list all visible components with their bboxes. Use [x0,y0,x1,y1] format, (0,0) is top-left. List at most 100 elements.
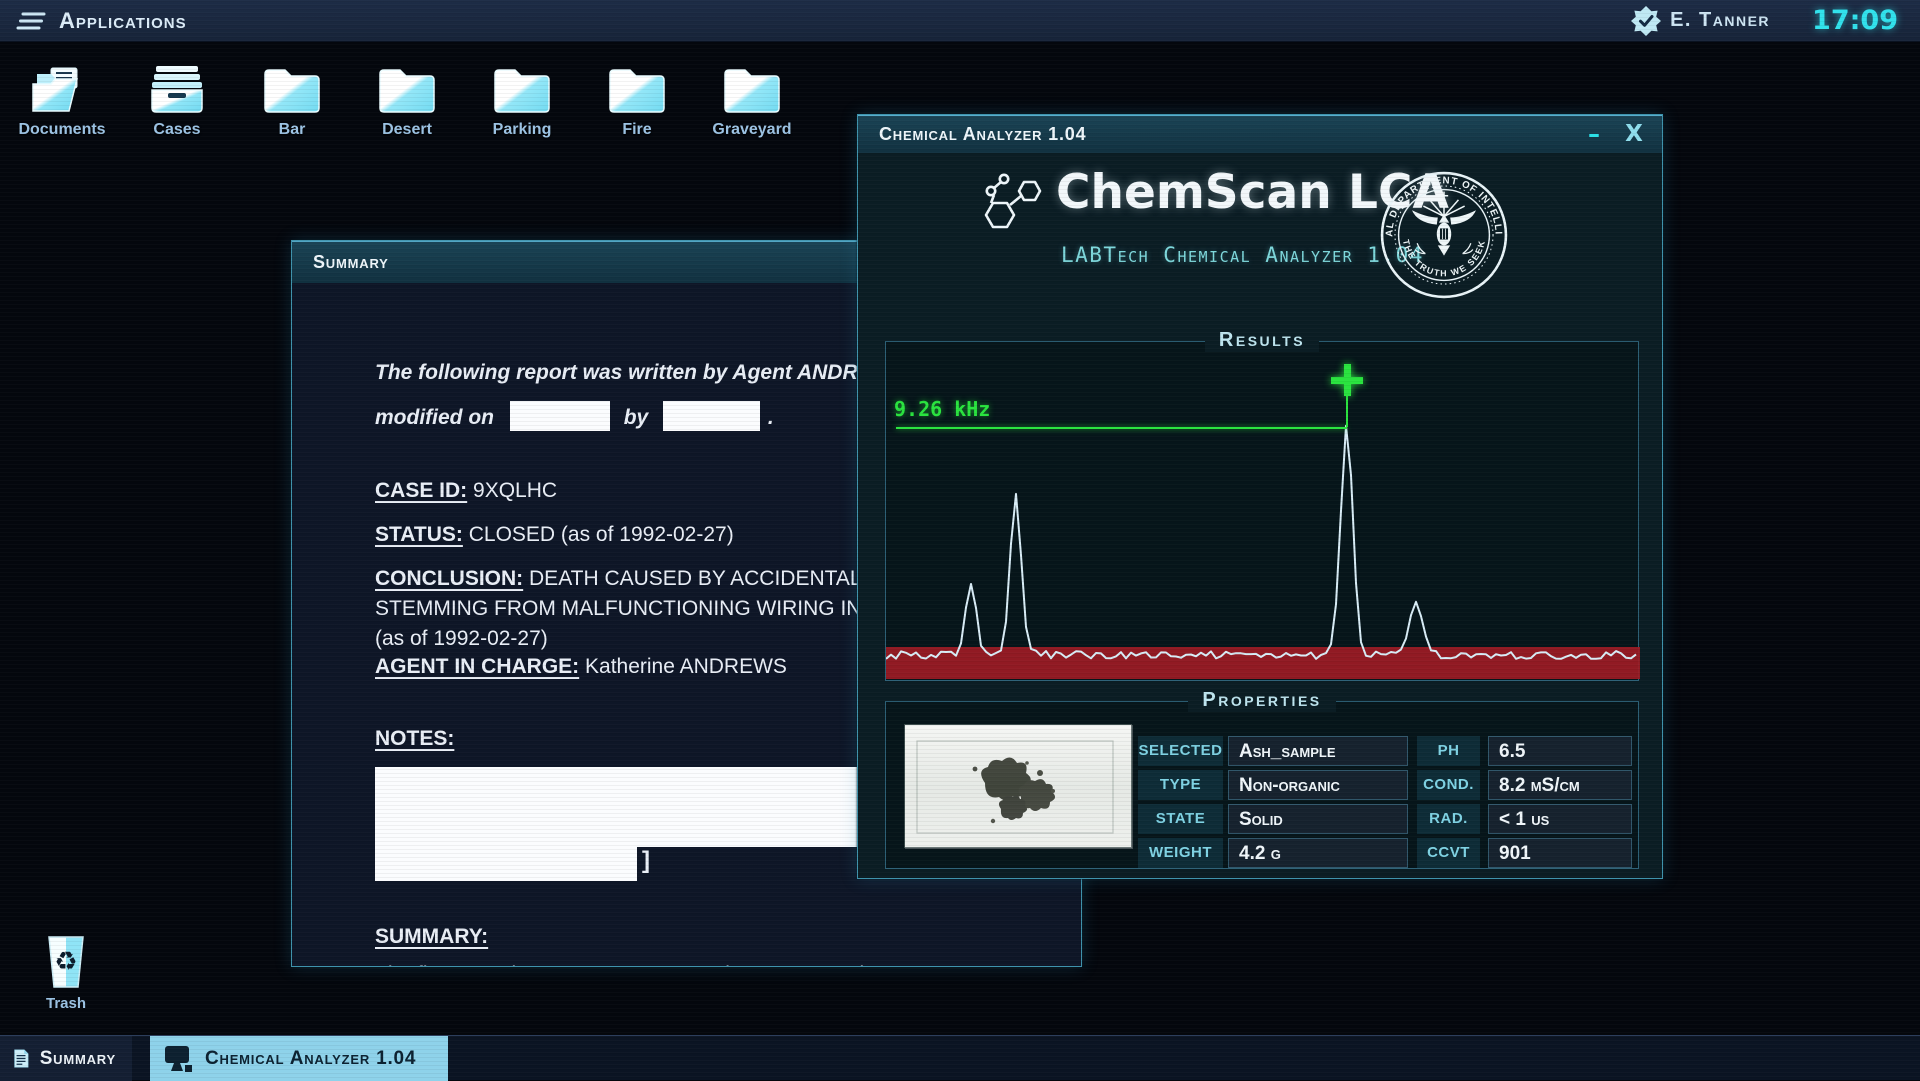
desktop-icon-label: Graveyard [712,121,791,139]
desktop-icon-documents[interactable]: Documents [16,62,108,139]
clock: 17:09 [1812,5,1898,36]
status-value: CLOSED (as of 1992-02-27) [469,523,734,546]
desktop-icon-row: Documents Cases Bar Desert Parki [16,62,798,139]
trash-label: Trash [46,995,86,1012]
status-label: STATUS: [375,523,463,546]
chemical-analyzer-window: Chemical Analyzer 1.04 – X ChemScan LCA … [857,114,1663,879]
analyzer-icon [164,1044,194,1074]
case-id-value: 9XQLHC [473,479,557,502]
spectrum-chart: 9.26 kHz [886,342,1638,680]
federal-department-seal: FEDERAL DEPARTMENT OF INTELLIGENCE THE T… [1380,171,1508,299]
prop-label-cond: Cond. [1417,770,1480,800]
user-chip[interactable]: E. Tanner [1631,6,1770,36]
seal-eagle-emblem [1412,192,1476,256]
properties-title: Properties [1188,689,1335,712]
peak-threshold-line [896,427,1347,429]
minimize-button[interactable]: – [1578,118,1610,150]
prop-value-type: Non-organic [1228,770,1408,800]
desktop-icon-fire[interactable]: Fire [591,62,683,139]
conclusion-label: CONCLUSION: [375,567,523,590]
topbar-right-group: E. Tanner 17:09 [1631,5,1920,36]
folder-icon [489,62,555,116]
agent-label: AGENT IN CHARGE: [375,655,579,678]
desktop-icon-parking[interactable]: Parking [476,62,568,139]
desktop-icon-label: Cases [153,121,200,139]
folder-icon [259,62,325,116]
open-folder-icon [29,62,95,116]
prop-value-rad: < 1 us [1488,804,1632,834]
report-intro-line2: modified on by . [375,401,774,431]
conclusion-row-1: CONCLUSION: DEATH CAUSED BY ACCIDENTAL F… [375,567,900,591]
conclusion-row-3: (as of 1992-02-27) [375,627,548,651]
applications-menu-label: Applications [59,8,187,34]
conclusion-line1: DEATH CAUSED BY ACCIDENTAL FIR [529,567,900,590]
properties-panel: Properties Selected Ash_sample Type Non [885,701,1639,869]
svg-text:♻: ♻ [54,947,77,977]
prop-value-weight: 4.2 g [1228,838,1408,868]
properties-panel-legend: Properties [886,689,1638,712]
taskbar-item-chemical-analyzer[interactable]: Chemical Analyzer 1.04 [150,1036,448,1081]
summary-text-line1: The fire started on 1992-02-25 around 2:… [375,963,907,966]
prop-label-type: Type [1138,770,1223,800]
hamburger-menu-icon [16,10,46,32]
taskbar-item-label: Summary [40,1048,116,1070]
prop-label-selected: Selected [1138,736,1223,766]
intro-period: . [768,406,774,429]
peak-crosshair-marker[interactable] [1331,364,1363,396]
trash-recycle-icon: ♻ [43,933,89,991]
redacted-date-field [510,401,610,431]
sample-photo [904,724,1132,848]
user-name: E. Tanner [1670,9,1770,32]
status-row: STATUS: CLOSED (as of 1992-02-27) [375,523,734,547]
report-intro-line1: The following report was written by Agen… [375,361,905,385]
desktop-icon-label: Documents [18,121,105,139]
notes-label: NOTES: [375,727,454,750]
case-tray-icon [144,62,210,116]
close-button[interactable]: X [1618,118,1650,150]
summary-section-row: SUMMARY: [375,925,488,949]
desktop-icon-graveyard[interactable]: Graveyard [706,62,798,139]
desktop-icon-label: Fire [622,121,651,139]
ash-sample-image [905,725,1133,849]
prop-value-selected[interactable]: Ash_sample [1228,736,1408,766]
redacted-notes-block-2 [375,847,637,881]
results-panel: Results 9.26 kHz [885,341,1639,681]
applications-menu-button[interactable]: Applications [0,8,187,34]
desktop-icon-desert[interactable]: Desert [361,62,453,139]
desktop-icon-label: Bar [279,121,306,139]
intro-modified-on-text: modified on [375,406,494,429]
agent-value: Katherine ANDREWS [585,655,787,678]
intro-by-text: by [624,406,649,429]
prop-value-ccvt: 901 [1488,838,1632,868]
prop-label-ccvt: CCVT [1417,838,1480,868]
summary-window-title: Summary [313,252,389,273]
desktop-icon-cases[interactable]: Cases [131,62,223,139]
document-icon [14,1044,29,1073]
agent-row: AGENT IN CHARGE: Katherine ANDREWS [375,655,787,679]
prop-value-cond: 8.2 mS/cm [1488,770,1632,800]
spectrum-plot [886,342,1640,682]
prop-label-ph: PH [1417,736,1480,766]
prop-label-weight: Weight [1138,838,1223,868]
case-id-label: CASE ID: [375,479,467,502]
prop-label-rad: Rad. [1417,804,1480,834]
folder-icon [374,62,440,116]
taskbar-item-summary[interactable]: Summary [0,1036,132,1081]
prop-label-state: State [1138,804,1223,834]
taskbar: Summary Chemical Analyzer 1.04 [0,1035,1920,1080]
taskbar-item-label: Chemical Analyzer 1.04 [205,1048,416,1070]
summary-section-label: SUMMARY: [375,925,488,948]
trash-bin[interactable]: ♻ Trash [34,933,98,1012]
frequency-readout-label: 9.26 kHz [894,397,990,421]
prop-value-state: Solid [1228,804,1408,834]
chem-window-titlebar[interactable]: Chemical Analyzer 1.04 [858,115,1662,153]
spectrum-line [886,426,1636,659]
desktop-icon-bar[interactable]: Bar [246,62,338,139]
folder-icon [719,62,785,116]
app-brand-subtitle: LABTech Chemical Analyzer 1.04 [1061,243,1424,267]
user-badge-icon [1631,6,1661,36]
notes-row: NOTES: [375,727,454,751]
molecule-icon [982,169,1050,241]
desktop-icon-label: Desert [382,121,432,139]
conclusion-row-2: STEMMING FROM MALFUNCTIONING WIRING IN V… [375,597,915,621]
